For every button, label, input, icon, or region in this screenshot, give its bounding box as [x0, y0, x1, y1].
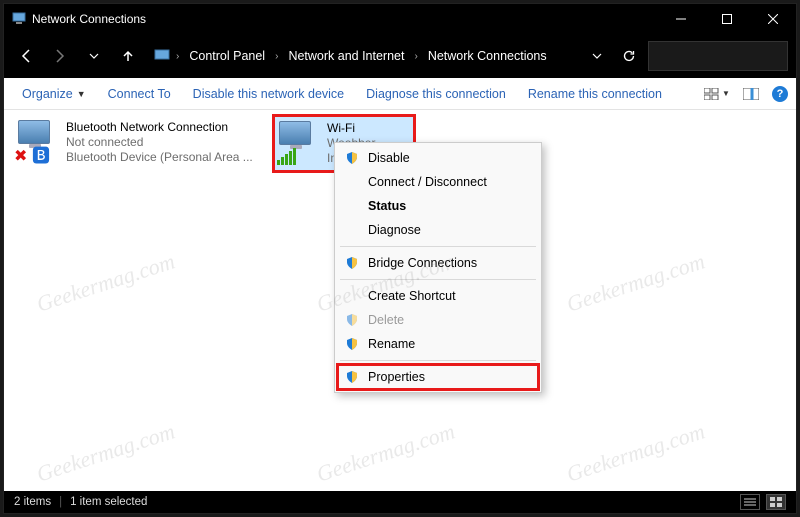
back-button[interactable]: [12, 42, 40, 70]
shield-icon: [344, 150, 360, 166]
status-selected: 1 item selected: [70, 496, 147, 508]
status-bar: 2 items | 1 item selected: [4, 491, 796, 513]
watermark: Geekermag.com: [563, 248, 708, 317]
wifi-adapter-icon: [279, 121, 321, 163]
watermark: Geekermag.com: [33, 418, 178, 487]
shield-icon: [344, 336, 360, 352]
organize-menu[interactable]: Organize▼: [12, 83, 96, 105]
search-input[interactable]: [648, 41, 788, 71]
watermark: Geekermag.com: [33, 248, 178, 317]
status-count: 2 items: [14, 496, 51, 508]
menu-connect-disconnect[interactable]: Connect / Disconnect: [338, 170, 538, 194]
view-options-button[interactable]: ▼: [704, 83, 730, 105]
item-device: Bluetooth Device (Personal Area ...: [66, 150, 253, 165]
preview-pane-button[interactable]: [738, 83, 764, 105]
context-menu: Disable Connect / Disconnect Status Diag…: [334, 142, 542, 393]
title-bar[interactable]: Network Connections: [4, 4, 796, 34]
rename-button[interactable]: Rename this connection: [518, 83, 672, 105]
menu-create-shortcut[interactable]: Create Shortcut: [338, 284, 538, 308]
shield-icon: [344, 369, 360, 385]
forward-button[interactable]: [46, 42, 74, 70]
menu-status[interactable]: Status: [338, 194, 538, 218]
maximize-button[interactable]: [704, 4, 750, 34]
tiles-view-button[interactable]: [766, 494, 786, 510]
chevron-right-icon: ›: [275, 51, 278, 62]
menu-disable[interactable]: Disable: [338, 146, 538, 170]
network-item-bluetooth[interactable]: ✖ 🅱 Bluetooth Network Connection Not con…: [14, 116, 264, 171]
shield-icon: [344, 312, 360, 328]
watermark: Geekermag.com: [563, 418, 708, 487]
item-title: Bluetooth Network Connection: [66, 120, 253, 135]
item-status: Not connected: [66, 135, 253, 150]
details-view-button[interactable]: [740, 494, 760, 510]
menu-properties[interactable]: Properties: [338, 365, 538, 389]
location-icon: [154, 48, 170, 65]
diagnose-button[interactable]: Diagnose this connection: [356, 83, 516, 105]
item-title: Wi-Fi: [327, 121, 378, 136]
address-dropdown[interactable]: [584, 42, 610, 70]
menu-separator: [340, 246, 536, 247]
app-icon: [12, 11, 26, 28]
disable-device-button[interactable]: Disable this network device: [183, 83, 354, 105]
content-area[interactable]: ✖ 🅱 Bluetooth Network Connection Not con…: [4, 110, 796, 491]
menu-separator: [340, 279, 536, 280]
chevron-down-icon: ▼: [77, 89, 86, 99]
close-button[interactable]: [750, 4, 796, 34]
address-bar[interactable]: › Control Panel › Network and Internet ›…: [148, 41, 578, 71]
up-button[interactable]: [114, 42, 142, 70]
breadcrumb[interactable]: Network and Internet: [284, 47, 408, 65]
nav-bar: › Control Panel › Network and Internet ›…: [4, 34, 796, 78]
help-button[interactable]: ?: [772, 86, 788, 102]
watermark: Geekermag.com: [313, 418, 458, 487]
bluetooth-adapter-icon: ✖ 🅱: [18, 120, 60, 162]
minimize-button[interactable]: [658, 4, 704, 34]
breadcrumb[interactable]: Control Panel: [185, 47, 269, 65]
command-bar: Organize▼ Connect To Disable this networ…: [4, 78, 796, 110]
menu-bridge[interactable]: Bridge Connections: [338, 251, 538, 275]
refresh-button[interactable]: [616, 42, 642, 70]
menu-separator: [340, 360, 536, 361]
explorer-window: Network Connections › Control Panel › Ne…: [3, 3, 797, 514]
menu-diagnose[interactable]: Diagnose: [338, 218, 538, 242]
recent-button[interactable]: [80, 42, 108, 70]
chevron-right-icon: ›: [176, 51, 179, 62]
chevron-right-icon: ›: [414, 51, 417, 62]
menu-delete: Delete: [338, 308, 538, 332]
breadcrumb[interactable]: Network Connections: [424, 47, 551, 65]
menu-rename[interactable]: Rename: [338, 332, 538, 356]
connect-to-button[interactable]: Connect To: [98, 83, 181, 105]
window-title: Network Connections: [32, 12, 146, 26]
shield-icon: [344, 255, 360, 271]
